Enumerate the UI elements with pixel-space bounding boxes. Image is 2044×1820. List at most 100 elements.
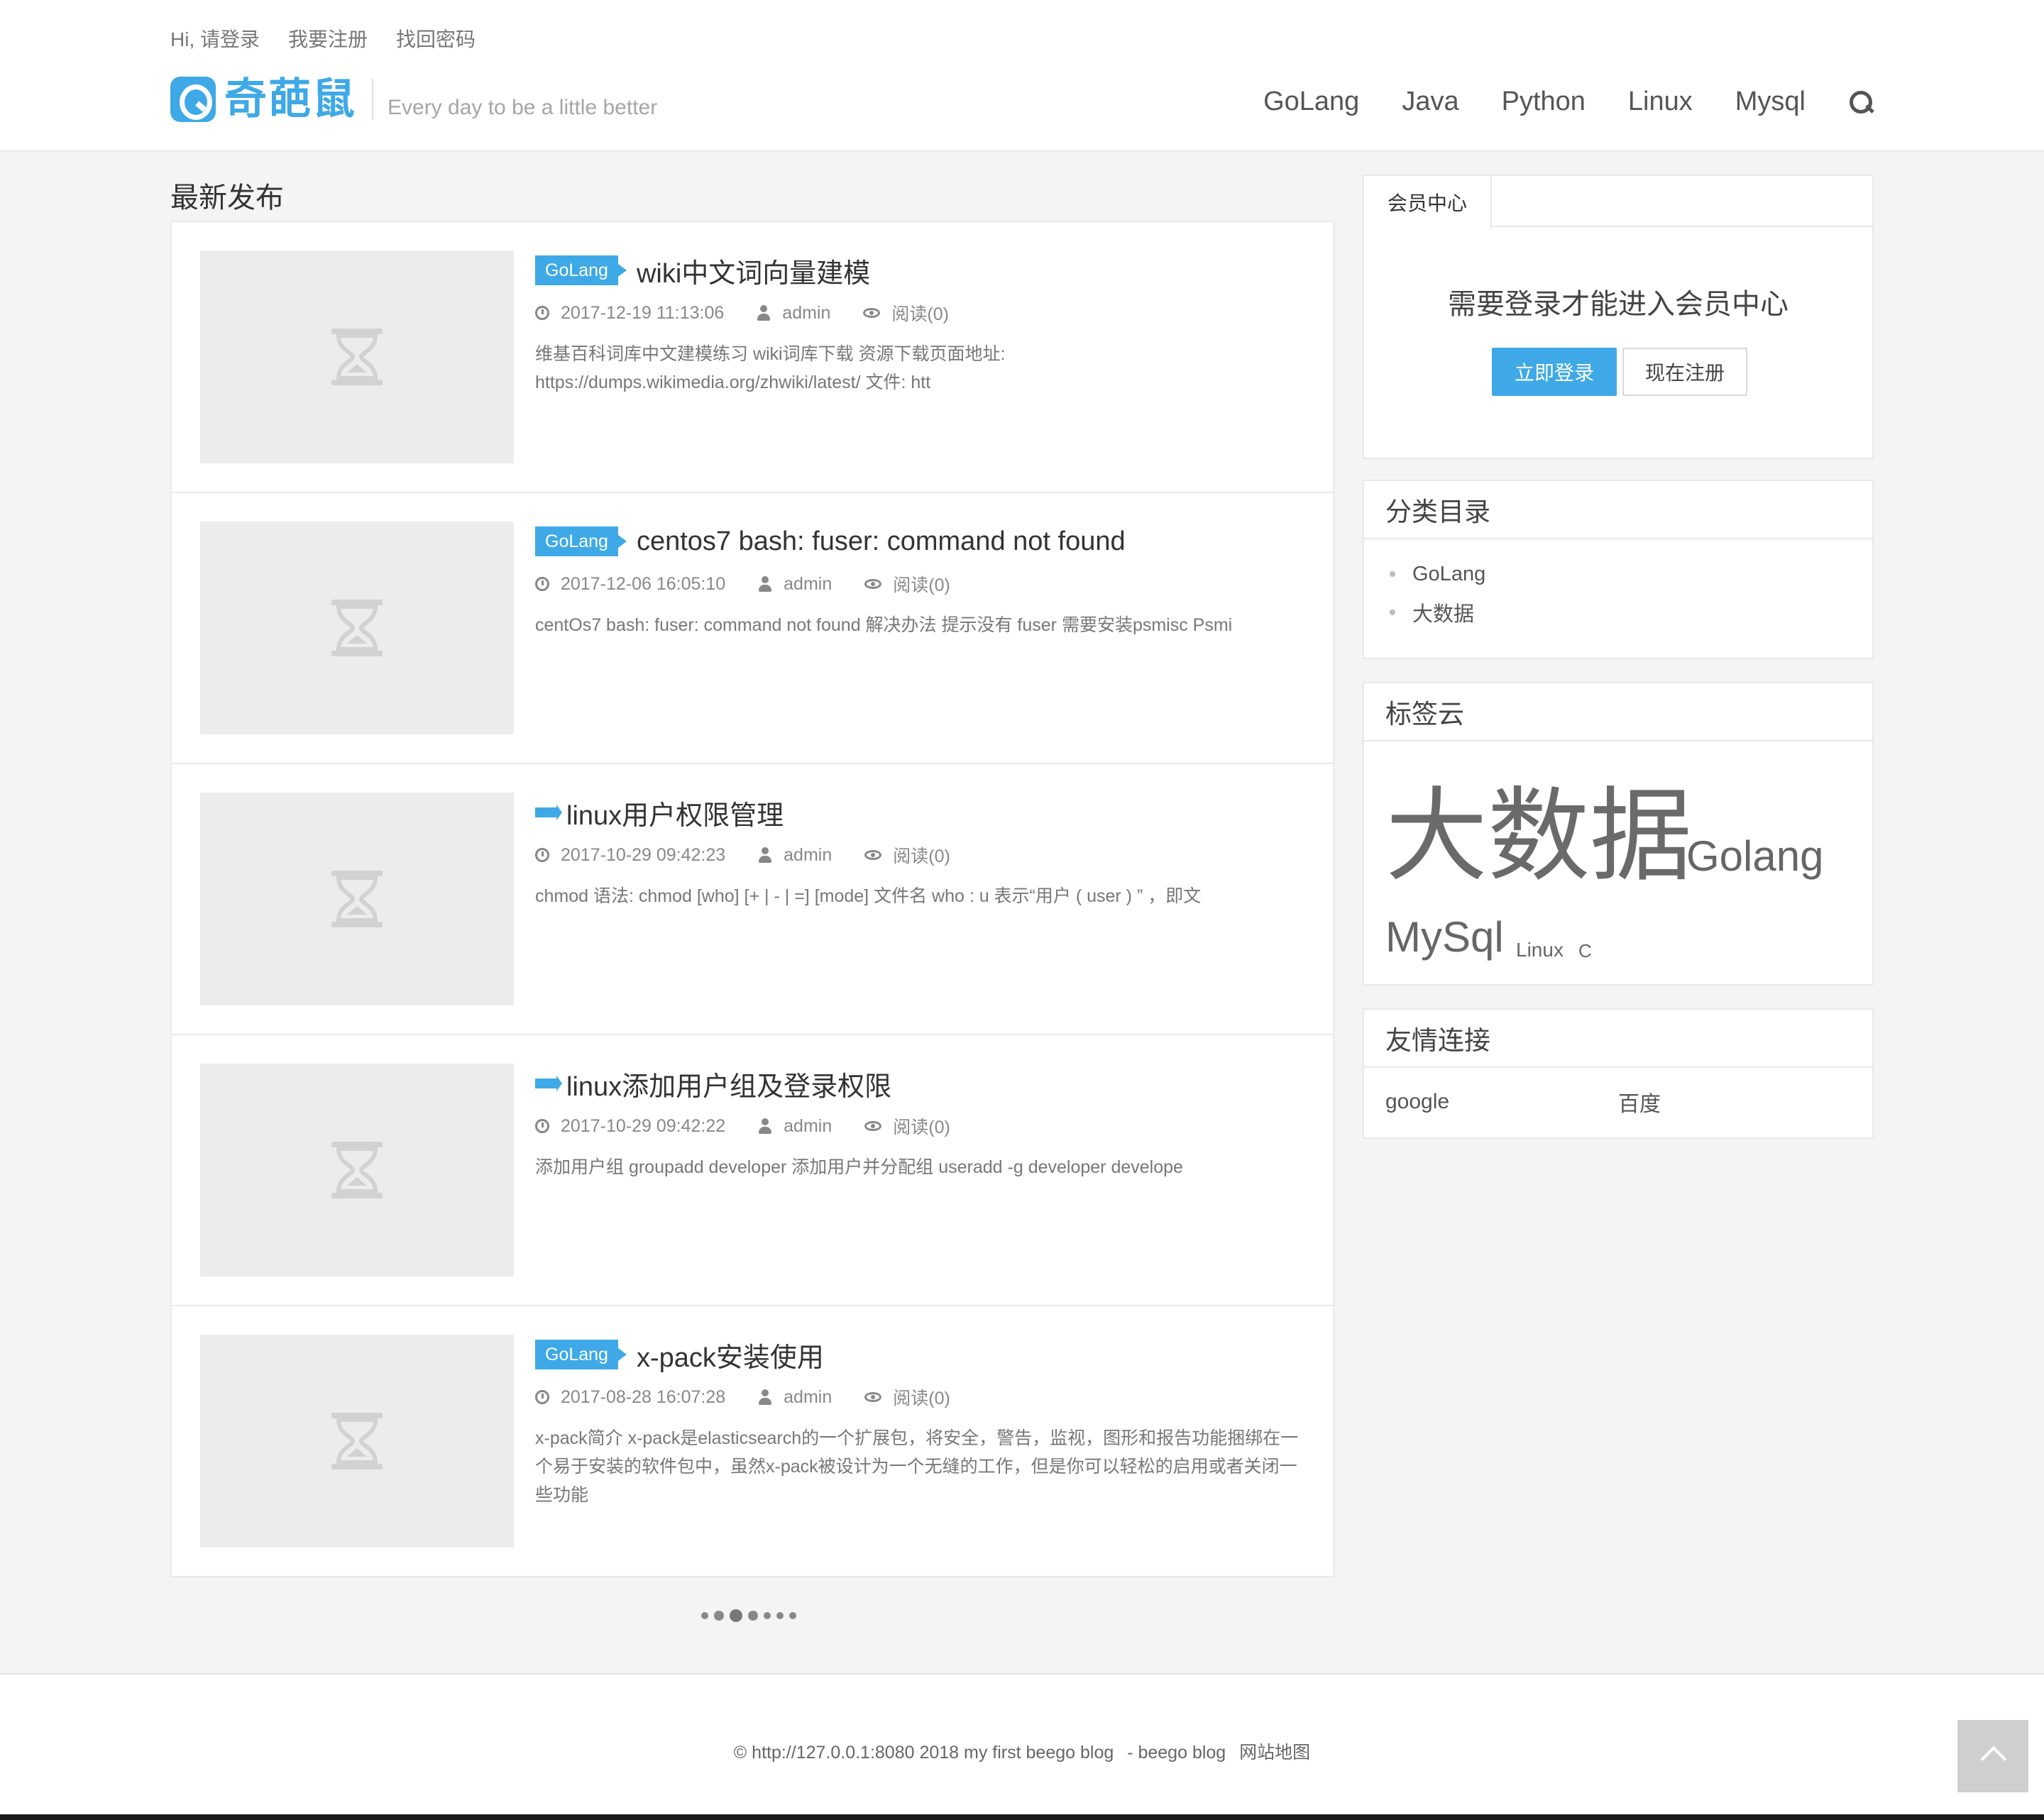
post-thumbnail[interactable] (200, 522, 514, 734)
post-title-row: linux添加用户组及登录权限 (535, 1064, 1304, 1103)
member-login-message: 需要登录才能进入会员中心 (1448, 289, 1788, 320)
friend-links-widget: 友情连接 google 百度 (1363, 1008, 1874, 1139)
section-title: 最新发布 (170, 182, 284, 214)
register-button[interactable]: 现在注册 (1622, 348, 1747, 396)
tag-linux[interactable]: Linux (1516, 940, 1564, 960)
link-baidu[interactable]: 百度 (1618, 1086, 1851, 1118)
post-date-text: 2017-12-06 16:05:10 (561, 573, 726, 594)
friend-links-title: 友情连接 (1364, 1010, 1872, 1068)
post-title[interactable]: centos7 bash: fuser: command not found (637, 526, 1126, 557)
category-widget: 分类目录 GoLang 大数据 (1363, 480, 1874, 659)
post-title[interactable]: wiki中文词向量建模 (637, 251, 870, 290)
post-meta: 2017-08-28 16:07:28 admin 阅读(0) (535, 1383, 1304, 1411)
page: Hi, 请登录 我要注册 找回密码 奇葩鼠 Every day to be a … (0, 0, 2044, 1820)
category-widget-title: 分类目录 (1364, 481, 1872, 539)
category-item-golang[interactable]: GoLang (1390, 555, 1872, 593)
user-icon (758, 1118, 772, 1134)
clock-icon (535, 848, 549, 862)
footer-powered-link[interactable]: - beego blog (1127, 1743, 1226, 1763)
post-thumbnail[interactable] (200, 1335, 514, 1548)
pager-dot[interactable] (748, 1611, 758, 1621)
clock-icon (535, 1390, 549, 1404)
login-button[interactable]: 立即登录 (1492, 348, 1617, 396)
footer-copyright: © http://127.0.0.1:8080 2018 my first be… (733, 1743, 1114, 1763)
eye-icon (863, 308, 881, 318)
post-author-text: admin (784, 1115, 833, 1136)
post-excerpt: 维基百科词库中文建模练习 wiki词库下载 资源下载页面地址: https://… (535, 344, 1006, 392)
post-item: GoLang x-pack安装使用 2017-08-28 16:07:28 ad… (172, 1306, 1333, 1576)
post-title[interactable]: x-pack安装使用 (637, 1335, 824, 1374)
post-thumbnail[interactable] (200, 793, 514, 1005)
user-icon (757, 305, 771, 321)
post-views: 阅读(0) (864, 842, 950, 868)
site-logo[interactable]: 奇葩鼠 Every day to be a little better (170, 77, 657, 122)
category-badge[interactable]: GoLang (535, 255, 627, 285)
member-tabs: 会员中心 (1364, 176, 1872, 228)
post-author: admin (758, 1116, 832, 1137)
pager-dot[interactable] (789, 1612, 796, 1619)
hourglass-icon (331, 1413, 383, 1469)
arrow-right-icon (535, 1076, 562, 1091)
footer-sitemap-link[interactable]: 网站地图 (1239, 1743, 1310, 1763)
pager-dot[interactable] (776, 1612, 784, 1619)
post-meta: 2017-12-19 11:13:06 admin 阅读(0) (535, 299, 1304, 327)
post-date-text: 2017-10-29 09:42:23 (561, 844, 726, 865)
pager-dot[interactable] (701, 1612, 708, 1619)
tag-mysql[interactable]: MySql (1385, 916, 1504, 959)
post-views: 阅读(0) (863, 300, 949, 326)
search-icon[interactable] (1848, 89, 1874, 115)
post-meta: 2017-10-29 09:42:23 admin 阅读(0) (535, 841, 1304, 869)
register-link[interactable]: 我要注册 (288, 24, 368, 53)
category-badge[interactable]: GoLang (535, 526, 627, 556)
post-excerpt: centOs7 bash: fuser: command not found 解… (535, 615, 1233, 635)
post-views: 阅读(0) (864, 1384, 950, 1410)
post-date: 2017-10-29 09:42:22 (535, 1116, 725, 1137)
tag-c[interactable]: C (1578, 942, 1592, 960)
post-author: admin (757, 303, 830, 324)
post-item: linux用户权限管理 2017-10-29 09:42:23 admin 阅读… (172, 764, 1333, 1035)
post-thumbnail[interactable] (200, 250, 514, 463)
site-footer: © http://127.0.0.1:8080 2018 my first be… (0, 1673, 2044, 1820)
hourglass-icon (331, 600, 383, 656)
post-views-text: 阅读(0) (893, 1118, 950, 1137)
post-date: 2017-10-29 09:42:23 (535, 845, 725, 866)
pager-dot[interactable] (764, 1612, 771, 1619)
tag-cloud: 大数据 Golang MySql Linux C (1364, 741, 1872, 983)
window-bottom-edge (0, 1814, 2044, 1820)
nav-item-java[interactable]: Java (1402, 87, 1458, 117)
tag-bigdata[interactable]: 大数据 (1385, 785, 1692, 888)
post-views-text: 阅读(0) (893, 1389, 950, 1408)
post-author-text: admin (782, 302, 831, 323)
user-icon (758, 847, 772, 863)
post-author-text: admin (784, 844, 833, 865)
post-author-text: admin (784, 1386, 833, 1407)
nav-item-mysql[interactable]: Mysql (1735, 87, 1806, 117)
category-badge[interactable]: GoLang (535, 1340, 627, 1369)
nav-item-linux[interactable]: Linux (1628, 87, 1693, 117)
category-item-bigdata[interactable]: 大数据 (1390, 593, 1872, 632)
logo-text: 奇葩鼠 (224, 75, 356, 123)
post-title-row: GoLang x-pack安装使用 (535, 1335, 1304, 1374)
post-date-text: 2017-12-19 11:13:06 (561, 302, 725, 323)
link-google[interactable]: google (1385, 1090, 1618, 1114)
pager-dot[interactable] (730, 1609, 742, 1622)
tab-member-center[interactable]: 会员中心 (1364, 176, 1492, 228)
post-meta: 2017-10-29 09:42:22 admin 阅读(0) (535, 1112, 1304, 1140)
tag-golang[interactable]: Golang (1686, 835, 1823, 878)
recover-password-link[interactable]: 找回密码 (396, 24, 476, 53)
login-link[interactable]: Hi, 请登录 (170, 24, 260, 53)
clock-icon (535, 306, 549, 320)
post-item: linux添加用户组及登录权限 2017-10-29 09:42:22 admi… (172, 1035, 1333, 1306)
back-to-top-icon[interactable] (1957, 1720, 2028, 1792)
post-title[interactable]: linux添加用户组及登录权限 (566, 1064, 891, 1103)
nav-item-golang[interactable]: GoLang (1263, 87, 1359, 117)
post-title[interactable]: linux用户权限管理 (566, 793, 784, 832)
nav-item-python[interactable]: Python (1502, 87, 1586, 117)
post-thumbnail[interactable] (200, 1064, 514, 1276)
eye-icon (864, 850, 882, 860)
clock-icon (535, 577, 549, 591)
post-list: GoLang wiki中文词向量建模 2017-12-19 11:13:06 a… (170, 221, 1334, 1577)
post-date: 2017-08-28 16:07:28 (535, 1387, 725, 1408)
hourglass-icon (331, 871, 383, 927)
pager-dot[interactable] (714, 1611, 724, 1621)
